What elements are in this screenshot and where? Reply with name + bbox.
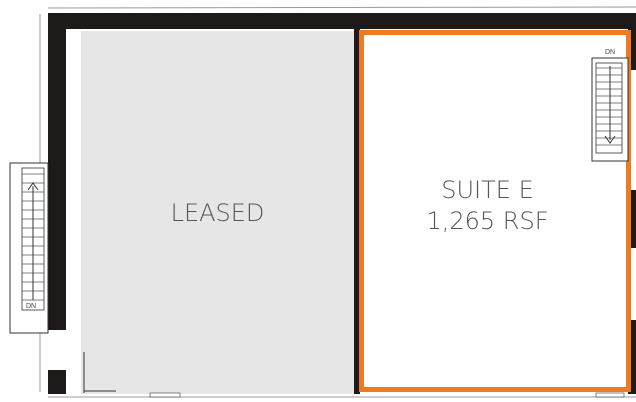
leased-label: LEASED (170, 199, 265, 227)
east-stair-direction: DN (605, 49, 616, 56)
suite-e-area: 1,265 RSF (426, 207, 549, 235)
south-opening-2 (595, 392, 625, 398)
west-door-opening (48, 330, 81, 370)
suite-e-name: SUITE E (441, 176, 534, 204)
east-stair[interactable] (591, 57, 629, 162)
west-stair-direction: DN (26, 303, 37, 310)
south-opening-1 (149, 392, 181, 398)
